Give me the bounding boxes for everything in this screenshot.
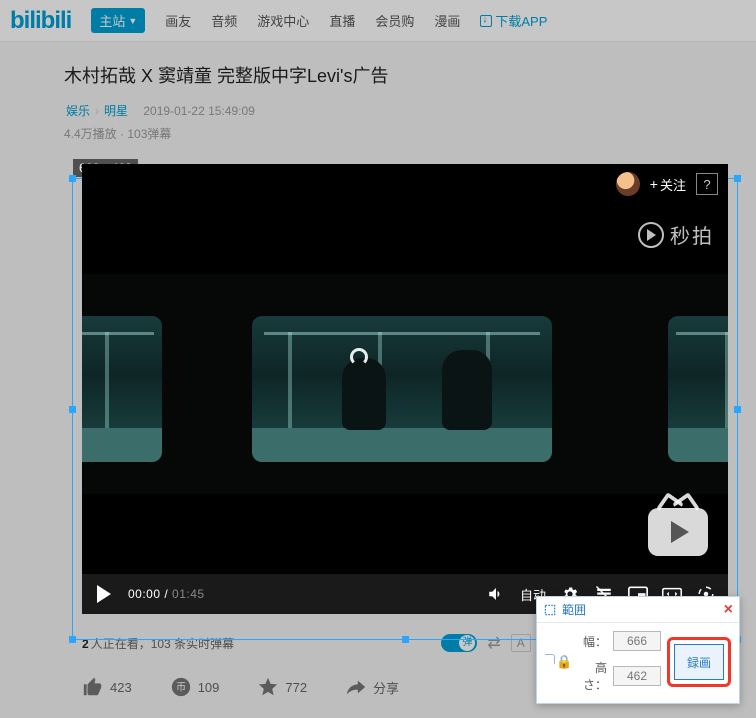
scene-window-mid	[252, 316, 552, 462]
capture-panel-title: 範囲	[562, 601, 724, 618]
player-top-overlay: 关注 ?	[616, 172, 718, 196]
record-button-highlight: 録画	[667, 637, 731, 687]
record-button[interactable]: 録画	[674, 644, 724, 680]
subcategory-link[interactable]: 明星	[104, 104, 128, 118]
resize-handle-bm[interactable]	[402, 636, 409, 643]
like-button[interactable]: 423	[82, 676, 132, 698]
play-button[interactable]	[94, 584, 114, 604]
coin-button[interactable]: 币 109	[170, 676, 220, 698]
scene-window-right	[668, 316, 728, 462]
coin-count: 109	[198, 680, 220, 695]
svg-text:币: 币	[176, 682, 186, 694]
follow-button[interactable]: 关注	[650, 175, 686, 194]
category-link[interactable]: 娱乐	[66, 104, 90, 118]
nav-home-label: 主站	[99, 11, 125, 30]
close-icon[interactable]: ×	[724, 603, 733, 617]
crop-icon	[543, 603, 557, 617]
height-label: 高さ：	[579, 659, 607, 693]
time-current: 00:00	[128, 587, 161, 601]
scene-window-left	[82, 316, 162, 462]
resize-handle-tl[interactable]	[69, 175, 76, 182]
nav-item-shop[interactable]: 会员购	[375, 11, 414, 30]
video-player[interactable]: 关注 ? 秒拍 00:00 / 01:45	[82, 164, 728, 614]
favorite-button[interactable]: 772	[257, 676, 307, 698]
height-input[interactable]	[613, 666, 661, 686]
nav-item-huayou[interactable]: 画友	[165, 11, 191, 30]
site-logo[interactable]: bilibili	[10, 7, 71, 35]
share-label: 分享	[373, 678, 399, 697]
resize-handle-bl[interactable]	[69, 636, 76, 643]
time-total: 01:45	[172, 587, 205, 601]
resize-handle-mr[interactable]	[734, 406, 741, 413]
top-nav: bilibili 主站▼ 画友 音频 游戏中心 直播 会员购 漫画 下载APP	[0, 0, 756, 42]
video-date: 2019-01-22 15:49:09	[143, 104, 254, 118]
watermark: 秒拍	[638, 220, 714, 249]
nav-item-audio[interactable]: 音频	[211, 11, 237, 30]
like-count: 423	[110, 680, 132, 695]
resize-handle-tr[interactable]	[734, 175, 741, 182]
volume-icon[interactable]	[486, 584, 506, 604]
resize-handle-ml[interactable]	[69, 406, 76, 413]
watermark-icon	[638, 222, 664, 248]
capture-panel: 範囲 × 幅： 🔒 録画 高さ：	[536, 596, 740, 704]
video-title: 木村拓哉 X 窦靖童 完整版中字Levi's广告	[64, 62, 692, 88]
video-meta-stats: 4.4万播放 · 103弹幕	[64, 125, 692, 142]
nav-home[interactable]: 主站▼	[91, 8, 145, 33]
favorite-count: 772	[285, 680, 307, 695]
big-play-icon[interactable]	[648, 508, 708, 556]
nav-item-manga[interactable]: 漫画	[434, 11, 460, 30]
capture-panel-body: 幅： 🔒 録画 高さ：	[537, 623, 739, 703]
nav-download-app[interactable]: 下载APP	[480, 11, 547, 30]
chevron-down-icon: ▼	[128, 16, 137, 26]
help-button[interactable]: ?	[696, 173, 718, 195]
nav-item-live[interactable]: 直播	[329, 11, 355, 30]
width-input[interactable]	[613, 631, 661, 651]
lock-icon: 🔒	[556, 654, 572, 670]
aspect-lock[interactable]: 🔒	[545, 654, 573, 670]
watermark-text: 秒拍	[670, 220, 714, 249]
uploader-avatar[interactable]	[616, 172, 640, 196]
download-icon	[480, 15, 492, 27]
share-button[interactable]: 分享	[345, 676, 399, 698]
video-meta-category: 娱乐›明星 2019-01-22 15:49:09	[64, 102, 692, 119]
nav-download-label: 下载APP	[495, 11, 547, 30]
video-frame	[82, 274, 728, 494]
width-label: 幅：	[579, 633, 607, 650]
nav-item-game[interactable]: 游戏中心	[257, 11, 309, 30]
capture-panel-header: 範囲 ×	[537, 597, 739, 623]
time-display: 00:00 / 01:45	[128, 587, 205, 601]
